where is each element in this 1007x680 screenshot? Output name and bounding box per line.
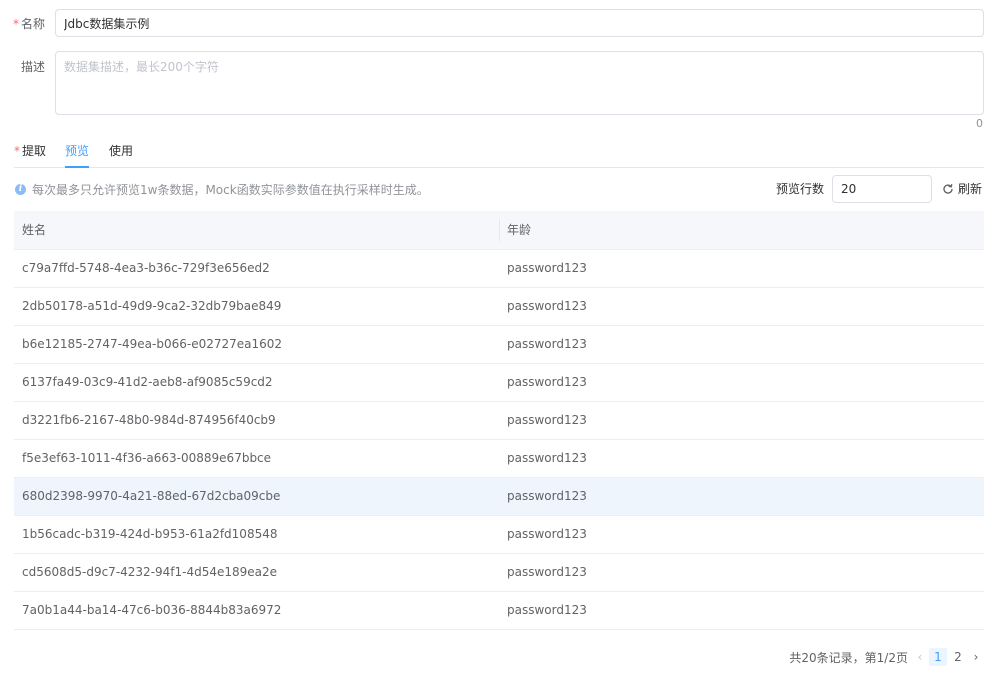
desc-char-counter: 0 — [976, 117, 983, 130]
cell-name: 6137fa49-03c9-41d2-aeb8-af9085c59cd2 — [22, 375, 273, 389]
column-header-age[interactable]: 年龄 — [507, 211, 531, 249]
cell-age: password123 — [507, 261, 587, 275]
cell-age: password123 — [507, 375, 587, 389]
preview-rows-input[interactable] — [832, 175, 932, 203]
table-row[interactable]: f5e3ef63-1011-4f36-a663-00889e67bbce pass… — [14, 440, 984, 478]
cell-name: 2db50178-a51d-49d9-9ca2-32db79bae849 — [22, 299, 282, 313]
cell-age: password123 — [507, 299, 587, 313]
cell-age: password123 — [507, 451, 587, 465]
cell-name: 1b56cadc-b319-424d-b953-61a2fd108548 — [22, 527, 278, 541]
tab-preview[interactable]: 预览 — [65, 142, 90, 168]
name-label: * 名称 — [12, 17, 45, 31]
name-input[interactable] — [55, 9, 984, 37]
table-row[interactable]: cd5608d5-d9c7-4232-94f1-4d54e189ea2e pass… — [14, 554, 984, 592]
prev-page-icon[interactable]: ‹ — [912, 650, 928, 664]
desc-textarea[interactable] — [55, 51, 984, 115]
desc-label: 描述 — [20, 60, 45, 74]
tab-bar: * 提取 预览 使用 — [14, 140, 984, 168]
cell-name: b6e12185-2747-49ea-b066-e02727ea1602 — [22, 337, 283, 351]
tab-use[interactable]: 使用 — [109, 142, 133, 167]
cell-age: password123 — [507, 337, 587, 351]
cell-name: d3221fb6-2167-48b0-984d-874956f40cb9 — [22, 413, 276, 427]
required-mark: * — [12, 17, 19, 31]
table-row[interactable]: c79a7ffd-5748-4ea3-b36c-729f3e656ed2 pass… — [14, 250, 984, 288]
refresh-icon — [943, 183, 953, 194]
table-row[interactable]: 6137fa49-03c9-41d2-aeb8-af9085c59cd2 pass… — [14, 364, 984, 402]
info-icon: i — [15, 183, 26, 195]
cell-age: password123 — [507, 603, 587, 617]
column-header-name[interactable]: 姓名 — [22, 211, 46, 249]
page-button-2[interactable]: 2 — [949, 648, 967, 666]
cell-age: password123 — [507, 413, 587, 427]
preview-info: i 每次最多只允许预览1w条数据，Mock函数实际参数值在执行采样时生成。 — [15, 180, 429, 198]
cell-name: f5e3ef63-1011-4f36-a663-00889e67bbce — [22, 451, 272, 465]
pagination: 共20条记录，第1/2页 ‹ 1 2 › — [789, 648, 984, 666]
tab-extract[interactable]: * 提取 — [14, 142, 46, 167]
preview-rows-label: 预览行数 — [776, 182, 825, 196]
table-row[interactable]: b6e12185-2747-49ea-b066-e02727ea1602 pass… — [14, 326, 984, 364]
page-button-1[interactable]: 1 — [929, 648, 947, 666]
table-row[interactable]: 2db50178-a51d-49d9-9ca2-32db79bae849 pass… — [14, 288, 984, 326]
table-row[interactable]: d3221fb6-2167-48b0-984d-874956f40cb9 pass… — [14, 402, 984, 440]
table-header: 姓名 年龄 — [14, 211, 984, 250]
column-divider[interactable] — [499, 219, 500, 241]
table-row[interactable]: 7a0b1a44-ba14-47c6-b036-8844b83a6972 pass… — [14, 592, 984, 630]
cell-name: 7a0b1a44-ba14-47c6-b036-8844b83a6972 — [22, 603, 282, 617]
cell-name: c79a7ffd-5748-4ea3-b36c-729f3e656ed2 — [22, 261, 270, 275]
required-mark: * — [14, 144, 20, 158]
pagination-summary: 共20条记录，第1/2页 — [789, 650, 908, 665]
refresh-button[interactable]: 刷新 — [942, 180, 982, 197]
next-page-icon[interactable]: › — [968, 650, 984, 664]
preview-table: 姓名 年龄 c79a7ffd-5748-4ea3-b36c-729f3e656e… — [14, 211, 984, 630]
cell-name: 680d2398-9970-4a21-88ed-67d2cba09cbe — [22, 489, 281, 503]
cell-age: password123 — [507, 565, 587, 579]
cell-age: password123 — [507, 527, 587, 541]
table-row-hovered[interactable]: 680d2398-9970-4a21-88ed-67d2cba09cbe pass… — [14, 478, 984, 516]
cell-name: cd5608d5-d9c7-4232-94f1-4d54e189ea2e — [22, 565, 278, 579]
table-row[interactable]: 1b56cadc-b319-424d-b953-61a2fd108548 pass… — [14, 516, 984, 554]
cell-age: password123 — [507, 489, 587, 503]
